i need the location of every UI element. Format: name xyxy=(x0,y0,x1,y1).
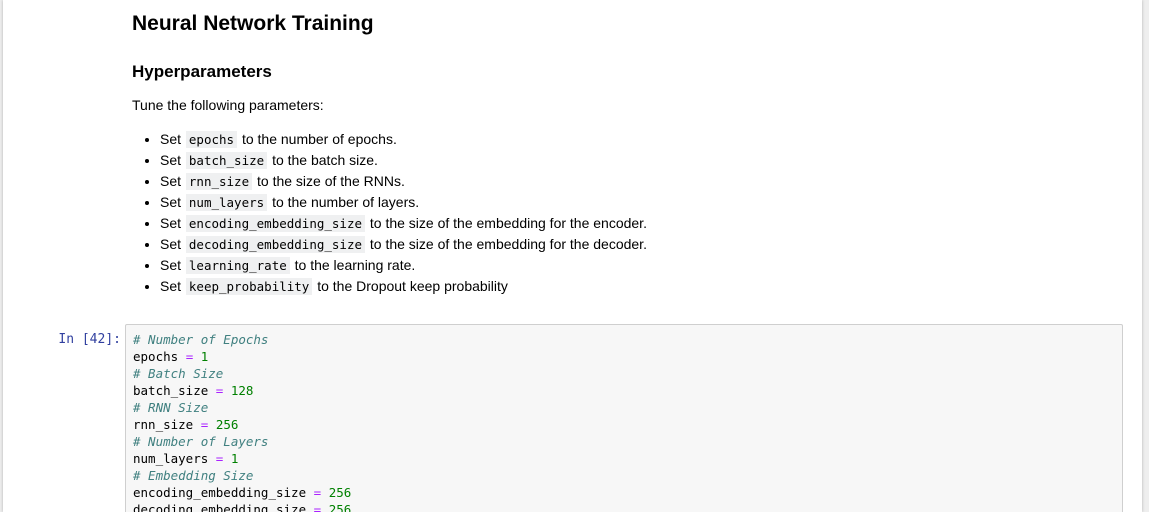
code-comment: # RNN Size xyxy=(133,400,209,415)
code-number: 1 xyxy=(230,451,239,466)
code-line: decoding_embedding_size = 256 xyxy=(133,501,351,512)
list-item: Set epochs to the number of epochs. xyxy=(160,129,647,150)
section-heading: Hyperparameters xyxy=(132,62,272,81)
code-operator: = xyxy=(200,417,209,432)
list-item-text: to the number of layers. xyxy=(272,194,420,210)
code-variable: encoding_embedding_size xyxy=(133,485,307,500)
code-variable: decoding_embedding_size xyxy=(133,502,307,512)
inline-code: batch_size xyxy=(185,152,268,169)
inline-code: keep_probability xyxy=(185,278,313,295)
code-operator: = xyxy=(313,485,322,500)
code-cell-editor[interactable]: # Number of Epochs epochs = 1 # Batch Size… xyxy=(125,324,1123,512)
code-line: rnn_size = 256 xyxy=(133,416,351,433)
code-line: num_layers = 1 xyxy=(133,450,351,467)
list-item: Set batch_size to the batch size. xyxy=(160,150,647,171)
list-item-prefix: Set xyxy=(160,131,182,147)
code-variable: epochs xyxy=(133,349,179,364)
list-item-prefix: Set xyxy=(160,278,182,294)
parameter-list: Set epochs to the number of epochs. Set … xyxy=(132,129,647,297)
inline-code: rnn_size xyxy=(185,173,253,190)
code-line: # RNN Size xyxy=(133,399,351,416)
code-number: 128 xyxy=(230,383,254,398)
list-item-text: to the size of the RNNs. xyxy=(257,173,405,189)
code-line: # Number of Epochs xyxy=(133,331,351,348)
code-comment: # Number of Epochs xyxy=(133,332,269,347)
list-item-prefix: Set xyxy=(160,215,182,231)
list-item: Set decoding_embedding_size to the size … xyxy=(160,234,647,255)
list-item: Set keep_probability to the Dropout keep… xyxy=(160,276,647,297)
code-comment: # Embedding Size xyxy=(133,468,254,483)
input-prompt: In [42]: xyxy=(58,332,121,347)
list-item-text: to the learning rate. xyxy=(294,257,416,273)
code-comment: # Number of Layers xyxy=(133,434,269,449)
code-operator: = xyxy=(185,349,194,364)
list-item-text: to the size of the embedding for the enc… xyxy=(369,215,647,231)
code-variable: num_layers xyxy=(133,451,209,466)
list-item-prefix: Set xyxy=(160,257,182,273)
list-item-text: to the Dropout keep probability xyxy=(317,278,508,294)
code-number: 256 xyxy=(328,485,352,500)
code-variable: batch_size xyxy=(133,383,209,398)
intro-text: Tune the following parameters: xyxy=(132,97,324,113)
list-item-text: to the size of the embedding for the dec… xyxy=(369,236,647,252)
code-operator: = xyxy=(313,502,322,512)
notebook-container: Neural Network Training Hyperparameters … xyxy=(3,0,1142,512)
list-item-text: to the batch size. xyxy=(272,152,378,168)
list-item: Set rnn_size to the size of the RNNs. xyxy=(160,171,647,192)
list-item-text: to the number of epochs. xyxy=(241,131,397,147)
inline-code: epochs xyxy=(185,131,238,148)
code-line: encoding_embedding_size = 256 xyxy=(133,484,351,501)
list-item-prefix: Set xyxy=(160,194,182,210)
code-line: batch_size = 128 xyxy=(133,382,351,399)
list-item-prefix: Set xyxy=(160,236,182,252)
code-variable: rnn_size xyxy=(133,417,194,432)
inline-code: encoding_embedding_size xyxy=(185,215,365,232)
code-operator: = xyxy=(215,451,224,466)
code-lines: # Number of Epochs epochs = 1 # Batch Size… xyxy=(133,331,351,512)
code-number: 256 xyxy=(328,502,352,512)
list-item: Set learning_rate to the learning rate. xyxy=(160,255,647,276)
list-item: Set num_layers to the number of layers. xyxy=(160,192,647,213)
code-comment: # Batch Size xyxy=(133,366,224,381)
code-line: # Number of Layers xyxy=(133,433,351,450)
inline-code: decoding_embedding_size xyxy=(185,236,365,253)
list-item: Set encoding_embedding_size to the size … xyxy=(160,213,647,234)
page-title: Neural Network Training xyxy=(132,12,374,35)
inline-code: num_layers xyxy=(185,194,268,211)
code-line: epochs = 1 xyxy=(133,348,351,365)
list-item-prefix: Set xyxy=(160,173,182,189)
code-line: # Embedding Size xyxy=(133,467,351,484)
list-item-prefix: Set xyxy=(160,152,182,168)
code-operator: = xyxy=(215,383,224,398)
code-line: # Batch Size xyxy=(133,365,351,382)
code-number: 1 xyxy=(200,349,209,364)
inline-code: learning_rate xyxy=(185,257,290,274)
code-number: 256 xyxy=(215,417,239,432)
